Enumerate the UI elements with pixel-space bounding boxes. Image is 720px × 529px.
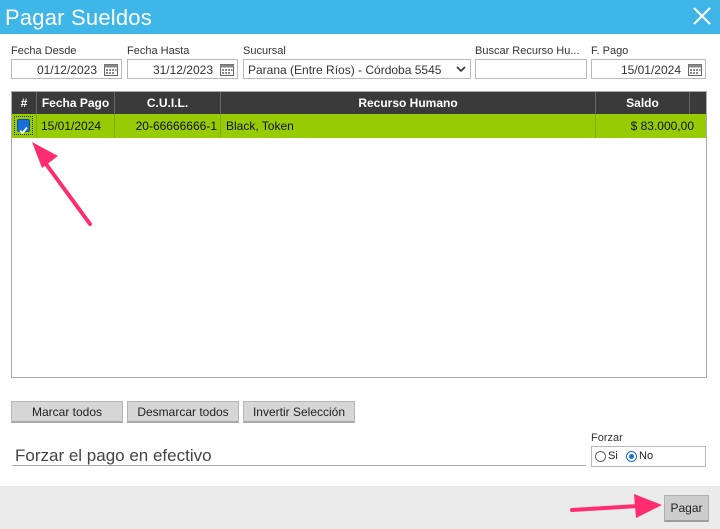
- table-row[interactable]: 15/01/2024 20-66666666-1 Black, Token $ …: [12, 114, 706, 138]
- fecha-pago-value: 15/01/2024: [620, 63, 681, 77]
- fecha-hasta-field[interactable]: 31/12/2023: [127, 59, 238, 79]
- marcar-todos-button[interactable]: Marcar todos: [11, 401, 123, 423]
- close-icon[interactable]: [692, 6, 712, 26]
- column-header-recurso-humano[interactable]: Recurso Humano: [221, 92, 596, 114]
- cell-saldo: $ 83.000,00: [630, 119, 694, 133]
- sueldos-grid: # Fecha Pago C.U.I.L. Recurso Humano Sal…: [11, 91, 707, 378]
- forzar-label: Forzar: [591, 432, 623, 444]
- column-header-fecha-pago[interactable]: Fecha Pago: [37, 92, 115, 114]
- radio-si[interactable]: [595, 451, 606, 462]
- column-header-saldo[interactable]: Saldo: [596, 92, 690, 114]
- buscar-recurso-input[interactable]: [475, 59, 587, 79]
- fecha-pago-field[interactable]: 15/01/2024: [591, 59, 706, 79]
- chevron-down-icon: [456, 66, 466, 73]
- fecha-desde-field[interactable]: 01/12/2023: [11, 59, 122, 79]
- radio-no[interactable]: [626, 451, 637, 462]
- forzar-efectivo-field[interactable]: Forzar el pago en efectivo: [12, 446, 586, 466]
- column-header-select[interactable]: #: [12, 92, 37, 114]
- forzar-efectivo-placeholder: Forzar el pago en efectivo: [15, 446, 212, 465]
- annotation-arrow-icon: [570, 494, 662, 518]
- desmarcar-todos-button[interactable]: Desmarcar todos: [127, 401, 239, 423]
- fecha-desde-value: 01/12/2023: [36, 63, 97, 77]
- forzar-radio-group: Si No: [591, 446, 706, 467]
- title-bar: Pagar Sueldos: [0, 0, 720, 34]
- fecha-hasta-value: 31/12/2023: [152, 63, 213, 77]
- window-title: Pagar Sueldos: [5, 5, 152, 30]
- column-header-cuil[interactable]: C.U.I.L.: [115, 92, 221, 114]
- cell-recurso-humano: Black, Token: [221, 114, 596, 138]
- calendar-icon[interactable]: [104, 63, 118, 76]
- fecha-hasta-label: Fecha Hasta: [127, 45, 190, 57]
- fecha-pago-label: F. Pago: [591, 45, 629, 57]
- radio-no-label: No: [639, 450, 654, 462]
- row-checkbox[interactable]: [17, 119, 30, 135]
- fecha-desde-label: Fecha Desde: [11, 45, 77, 57]
- sucursal-value: Parana (Entre Ríos) - Córdoba 5545: [248, 63, 442, 77]
- sucursal-label: Sucursal: [243, 45, 286, 57]
- annotation-arrow-icon: [32, 142, 92, 226]
- cell-cuil: 20-66666666-1: [115, 114, 221, 138]
- radio-si-label: Si: [608, 450, 618, 462]
- pagar-button[interactable]: Pagar: [664, 495, 709, 522]
- invertir-seleccion-button[interactable]: Invertir Selección: [243, 401, 355, 423]
- calendar-icon[interactable]: [220, 63, 234, 76]
- calendar-icon[interactable]: [688, 63, 702, 76]
- sucursal-select[interactable]: Parana (Entre Ríos) - Córdoba 5545: [243, 59, 471, 79]
- grid-header: # Fecha Pago C.U.I.L. Recurso Humano Sal…: [12, 92, 706, 114]
- buscar-label: Buscar Recurso Hu...: [475, 45, 580, 57]
